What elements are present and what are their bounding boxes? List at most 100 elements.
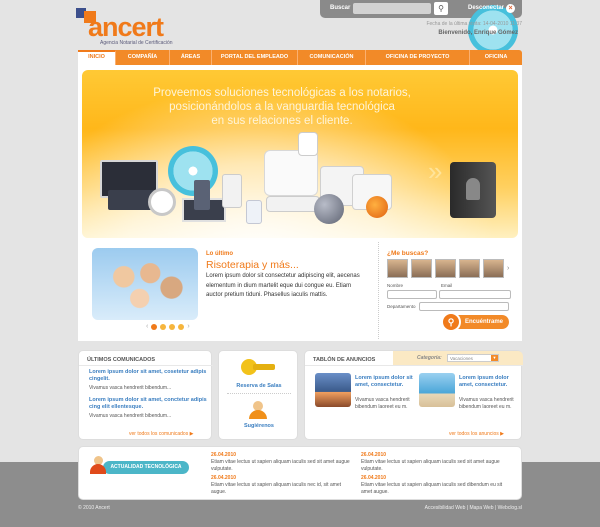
all-notices-label: ver todos los anuncios [449,431,499,437]
chevron-down-icon: ▼ [491,355,498,361]
top-utility-bar: Buscar ⚲ Desconectar × [320,0,522,55]
phone-illustration [194,180,210,210]
notice-thumbnail-beach[interactable] [419,373,455,407]
all-communications-label: ver todos los comunicados [129,431,189,437]
slider-dot-3[interactable] [169,324,176,330]
chevron-right-icon[interactable]: › [507,259,513,278]
tech-news-date: 26.04.2010 [211,452,237,458]
department-select[interactable] [419,302,509,311]
hero-banner: Proveemos soluciones tecnológicas a los … [82,70,518,238]
slider-dot-1[interactable] [151,324,158,330]
user-icon [249,401,267,419]
key-icon [241,359,277,375]
all-notices-link[interactable]: ver todos los anuncios ▶ [449,431,504,437]
person-avatar[interactable] [435,259,456,278]
name-field[interactable] [387,290,437,299]
slider-dot-4[interactable] [178,324,185,330]
footer-links[interactable]: Accesibilidad Web | Mapa Web | Webclog.s… [352,505,522,511]
people-faces: › [387,259,513,278]
people-search-heading: ¿Me buscas? [387,250,429,257]
router-illustration [266,196,320,212]
services-box: Reserva de Salas Sugiérenos [218,350,298,440]
slider-prev-icon[interactable]: ‹ [146,323,148,330]
tech-news-date: 26.04.2010 [361,475,387,481]
network-icon [366,196,388,218]
main-nav: INICIO COMPAÑÍA ÁREAS PORTAL DEL EMPLEAD… [78,50,522,65]
divider [227,393,291,394]
notice-board-heading: TABLÓN DE ANUNCIOS [313,357,376,363]
find-me-label: Encuéntrame [464,319,503,325]
user-icon [90,456,106,474]
notice-title[interactable]: Lorem ipsum dolor amet, consectetur. [459,375,523,389]
close-icon[interactable]: × [506,4,515,13]
nav-compania[interactable]: COMPAÑÍA [116,50,170,65]
person-avatar[interactable] [459,259,480,278]
email-label: Email [441,283,453,288]
search-input[interactable] [353,3,431,14]
search-label: Buscar [330,5,351,11]
nav-areas[interactable]: ÁREAS [170,50,212,65]
nav-oficina[interactable]: OFICINA [470,50,522,65]
room-booking-link[interactable]: Reserva de Salas [219,383,299,389]
search-icon: ⚲ [441,312,461,332]
ancert-logo[interactable]: ancert Agencia Notarial de Certificación [76,8,176,46]
tech-news-date: 26.04.2010 [361,452,387,458]
suggestions-link[interactable]: Sugiérenos [219,423,299,429]
tech-news-text[interactable]: Etiam vitae lectus ut sapien aliquam iac… [211,482,357,495]
user-folder-icon [450,162,496,218]
divider [305,365,523,366]
communication-desc: Vivamus vasca hendrerit bibendum... [89,413,172,419]
category-filter: Categoría: Vacaciones ▼ [393,351,523,365]
slider-dots: ‹ › [146,323,190,330]
nav-comunicacion[interactable]: COMUNICACIÓN [298,50,366,65]
slider-next-icon[interactable]: › [187,323,189,330]
clock-illustration [148,188,176,216]
news-photo[interactable] [92,248,198,320]
nav-oficina-proyecto[interactable]: OFICINA DE PROYECTO [366,50,470,65]
hero-line-3: en sus relaciones el cliente. [211,115,353,127]
nav-inicio[interactable]: INICIO [78,50,116,65]
arrow-right-icon: ▶ [500,431,505,437]
latest-communications: ÚLTIMOS COMUNICADOS Lorem ipsum dolor si… [78,350,213,440]
communications-heading: ÚLTIMOS COMUNICADOS [87,357,156,363]
person-avatar[interactable] [483,259,504,278]
notice-board: TABLÓN DE ANUNCIOS Categoría: Vacaciones… [304,350,523,440]
globe-icon [314,194,344,224]
nav-portal-empleado[interactable]: PORTAL DEL EMPLEADO [212,50,298,65]
tech-news-col-1: 26.04.2010 Etiam vitae lectus ut sapien … [211,452,357,495]
notice-thumbnail-city[interactable] [315,373,351,407]
logo-name: ancert [88,12,164,42]
category-value: Vacaciones [450,356,473,361]
department-label: Departamento [387,304,416,309]
communication-desc: Vivamus vasca hendrerit bibendum... [89,385,172,391]
news-title[interactable]: Risoterapia y más... [206,259,299,271]
printer-illustration [264,150,318,196]
tech-news-box: ACTUALIDAD TECNOLÓGICA 26.04.2010 Etiam … [78,446,522,500]
tech-news-col-2: 26.04.2010 Etiam vitae lectus ut sapien … [361,452,507,495]
hero-line-1: Proveemos soluciones tecnológicas a los … [153,87,411,99]
divider [79,365,213,366]
person-avatar[interactable] [387,259,408,278]
person-avatar[interactable] [411,259,432,278]
welcome-text: Bienvenido, Enrique Gómez [438,30,518,36]
email-field[interactable] [439,290,511,299]
tech-news-text[interactable]: Etiam vitae lectus ut sapien aliquam iac… [211,459,357,472]
disc-illustration [168,146,218,196]
last-access-text: Fecha de la última visita: 14-04-2010 11… [426,21,522,27]
tech-news-text[interactable]: Etiam vitae lectus ut sapien aliquam iac… [361,482,507,495]
news-kicker: Lo último [206,251,233,257]
category-select[interactable]: Vacaciones ▼ [447,354,499,362]
search-icon[interactable]: ⚲ [434,2,448,15]
user-silhouette [466,178,480,200]
communication-title[interactable]: Lorem ipsum dolor sit amet, conctetur ad… [89,397,207,411]
communication-title[interactable]: Lorem ipsum dolor sit amet, cosetetur ad… [89,369,207,383]
name-label: Nombre [387,283,404,288]
tech-news-date: 26.04.2010 [211,475,237,481]
slider-dot-2[interactable] [160,324,167,330]
hero-line-2: posicionándolos a la vanguardia tecnológ… [169,101,395,113]
find-me-button[interactable]: ⚲ Encuéntrame [441,312,509,332]
tech-news-text[interactable]: Etiam vitae lectus ut sapien aliquam iac… [361,459,507,472]
notice-title[interactable]: Lorem ipsum dolor sit amet, consectetur. [355,375,419,389]
tech-news-badge[interactable]: ACTUALIDAD TECNOLÓGICA [103,461,189,474]
all-communications-link[interactable]: ver todos los comunicados ▶ [129,431,193,437]
